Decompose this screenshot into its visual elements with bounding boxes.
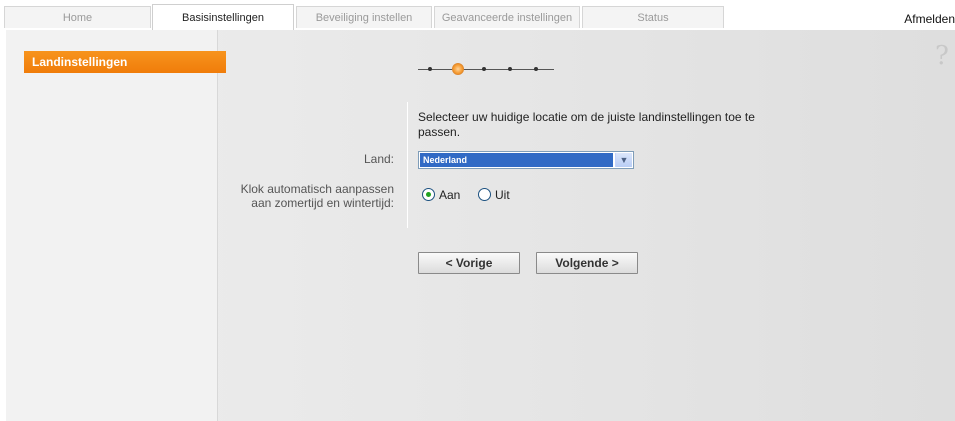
land-select[interactable]: Nederland ▼ [418,151,634,169]
previous-button[interactable]: < Vorige [418,252,520,274]
step-dot [428,67,432,71]
step-current-dot [452,63,464,75]
land-select-value: Nederland [420,153,613,167]
tab-home[interactable]: Home [4,6,151,28]
progress-stepper [418,62,558,76]
step-dot [534,67,538,71]
sidebar-item-landinstellingen[interactable]: Landinstellingen [24,51,226,73]
chevron-down-icon[interactable]: ▼ [615,153,632,167]
step-dot [508,67,512,71]
radio-aan-label: Aan [439,188,461,202]
top-navigation: Home Basisinstellingen Beveiliging inste… [0,0,955,32]
form-divider [407,102,408,228]
radio-uit[interactable]: Uit [478,187,518,203]
radio-uit-circle[interactable] [478,188,491,201]
radio-aan-circle[interactable] [422,188,435,201]
step-dot [482,67,486,71]
radio-uit-label: Uit [495,188,510,202]
tab-status[interactable]: Status [582,6,724,28]
land-label: Land: [363,152,394,166]
logout-link[interactable]: Afmelden [904,12,955,26]
next-button[interactable]: Volgende > [536,252,638,274]
klok-label: Klok automatisch aanpassen aan zomertijd… [240,182,394,210]
intro-text: Selecteer uw huidige locatie om de juist… [418,110,755,139]
help-icon[interactable]: ? [935,42,955,70]
tab-geavanceerde-instellingen[interactable]: Geavanceerde instellingen [434,6,580,28]
tab-basisinstellingen[interactable]: Basisinstellingen [152,4,294,30]
tab-beveiliging-instellen[interactable]: Beveiliging instellen [296,6,432,28]
radio-aan[interactable]: Aan [422,187,462,203]
sidebar [6,30,218,421]
